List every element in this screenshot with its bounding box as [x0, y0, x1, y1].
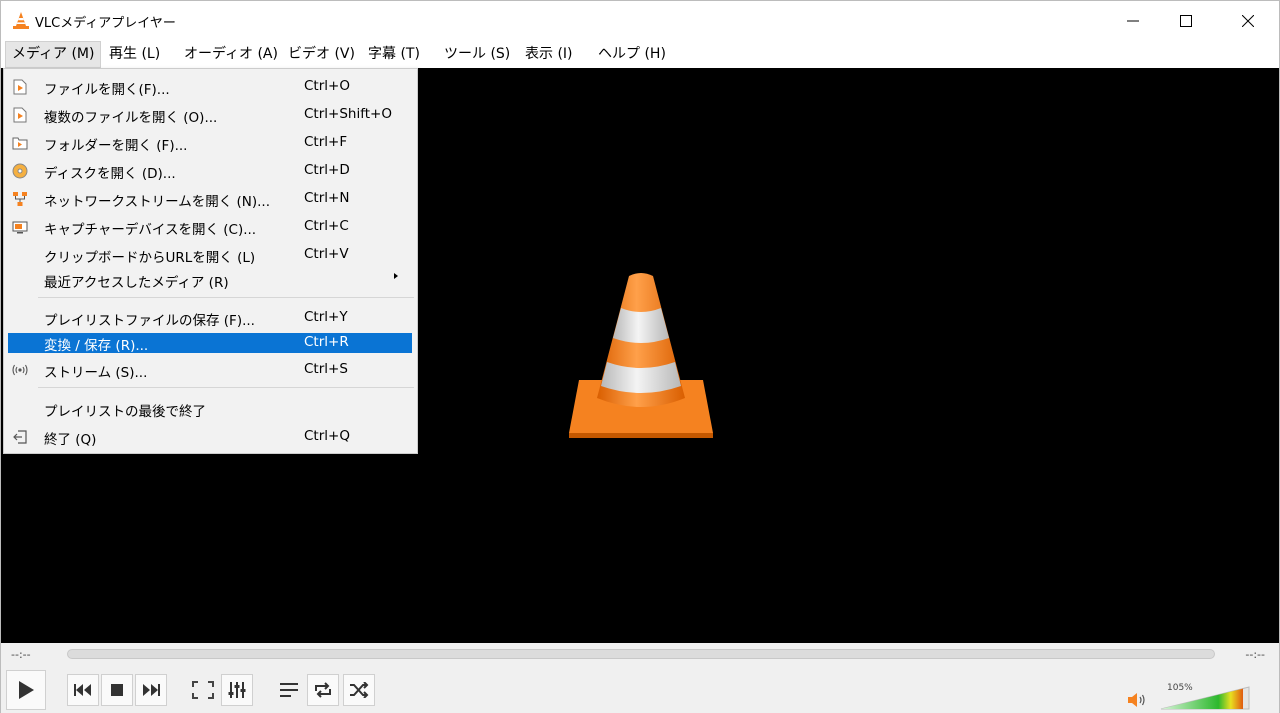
close-icon: [1242, 15, 1254, 27]
title-bar: VLCメディアプレイヤー: [1, 1, 1279, 41]
multiple-files-icon: [11, 106, 29, 124]
next-button[interactable]: [135, 674, 167, 706]
capture-device-icon: [11, 218, 29, 236]
shuffle-button[interactable]: [343, 674, 375, 706]
menu-help[interactable]: ヘルプ (H): [592, 41, 672, 68]
close-button[interactable]: [1225, 1, 1271, 41]
menu-item-open-multiple[interactable]: 複数のファイルを開く (O)... Ctrl+Shift+O: [8, 105, 412, 126]
volume-slider[interactable]: [1159, 683, 1255, 711]
playback-controls: --:-- --:-- 105%: [1, 643, 1279, 713]
vlc-cone-logo: [569, 273, 713, 438]
menu-item-open-network[interactable]: ネットワークストリームを開く (N)... Ctrl+N: [8, 189, 412, 210]
loop-button[interactable]: [307, 674, 339, 706]
fullscreen-button[interactable]: [187, 674, 219, 706]
menu-separator: [38, 387, 414, 388]
menu-item-quit-at-end[interactable]: プレイリストの最後で終了: [8, 399, 412, 420]
seek-bar[interactable]: [67, 649, 1215, 659]
menu-separator: [38, 297, 414, 298]
menu-audio[interactable]: オーディオ (A): [178, 41, 284, 68]
previous-button[interactable]: [67, 674, 99, 706]
menu-bar: メディア (M) 再生 (L) オーディオ (A) ビデオ (V) 字幕 (T)…: [1, 41, 1279, 68]
stream-icon: [11, 361, 29, 379]
menu-item-open-capture[interactable]: キャプチャーデバイスを開く (C)... Ctrl+C: [8, 217, 412, 238]
next-icon: [143, 684, 160, 696]
disc-icon: [11, 162, 29, 180]
playlist-icon: [280, 683, 298, 697]
vlc-cone-icon: [13, 12, 29, 29]
shuffle-icon: [350, 682, 369, 698]
network-icon: [11, 190, 29, 208]
folder-icon: [11, 134, 29, 152]
stop-button[interactable]: [101, 674, 133, 706]
extended-settings-button[interactable]: [221, 674, 253, 706]
elapsed-time: --:--: [11, 648, 31, 661]
speaker-icon[interactable]: [1127, 691, 1147, 709]
menu-item-open-disc[interactable]: ディスクを開く (D)... Ctrl+D: [8, 161, 412, 182]
submenu-arrow-icon: [394, 273, 398, 279]
menu-item-open-file[interactable]: ファイルを開く(F)... Ctrl+O: [8, 77, 412, 98]
previous-icon: [74, 684, 91, 696]
remaining-time: --:--: [1245, 648, 1265, 661]
minimize-icon: [1127, 20, 1139, 22]
menu-item-convert-save[interactable]: 変換 / 保存 (R)... Ctrl+R: [8, 333, 412, 354]
menu-item-open-clipboard-url[interactable]: クリップボードからURLを開く (L) Ctrl+V: [8, 245, 412, 266]
fullscreen-icon: [192, 681, 214, 699]
maximize-button[interactable]: [1163, 1, 1209, 41]
menu-item-recent-media[interactable]: 最近アクセスしたメディア (R): [8, 270, 412, 291]
stop-icon: [111, 684, 123, 696]
menu-playback[interactable]: 再生 (L): [103, 41, 166, 68]
play-icon: [19, 681, 34, 699]
menu-video[interactable]: ビデオ (V): [282, 41, 361, 68]
menu-view[interactable]: 表示 (I): [519, 41, 579, 68]
equalizer-icon: [228, 682, 246, 698]
file-open-icon: [11, 78, 29, 96]
menu-item-open-folder[interactable]: フォルダーを開く (F)... Ctrl+F: [8, 133, 412, 154]
window-title: VLCメディアプレイヤー: [35, 16, 176, 31]
exit-icon: [11, 428, 29, 446]
vlc-window: VLCメディアプレイヤー メディア (M) 再生 (L) オーディオ (A) ビ…: [0, 0, 1280, 713]
media-menu-dropdown: ファイルを開く(F)... Ctrl+O 複数のファイルを開く (O)... C…: [3, 68, 418, 454]
menu-item-stream[interactable]: ストリーム (S)... Ctrl+S: [8, 360, 412, 381]
menu-item-quit[interactable]: 終了 (Q) Ctrl+Q: [8, 427, 412, 448]
maximize-icon: [1180, 15, 1192, 27]
minimize-button[interactable]: [1110, 1, 1156, 41]
loop-icon: [315, 682, 331, 698]
play-button[interactable]: [6, 670, 46, 710]
menu-subtitle[interactable]: 字幕 (T): [362, 41, 426, 68]
playlist-button[interactable]: [273, 674, 305, 706]
menu-media[interactable]: メディア (M): [5, 41, 102, 68]
menu-item-save-playlist[interactable]: プレイリストファイルの保存 (F)... Ctrl+Y: [8, 308, 412, 329]
menu-tools[interactable]: ツール (S): [438, 41, 516, 68]
